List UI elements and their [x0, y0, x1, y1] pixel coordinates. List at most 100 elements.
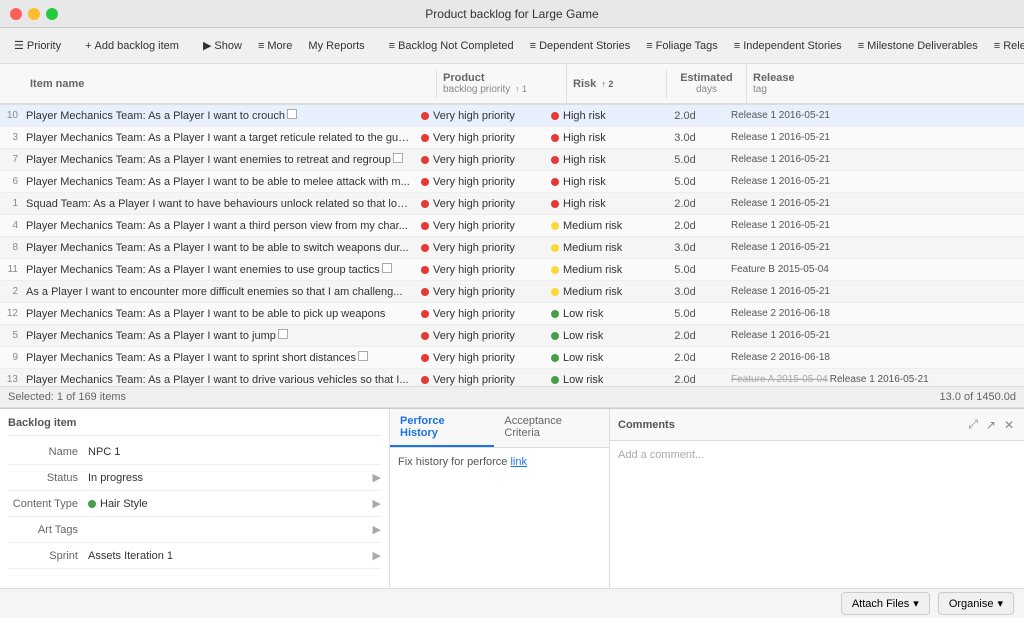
toolbar-my-reports[interactable]: My Reports: [302, 37, 370, 55]
add-icon: +: [85, 40, 91, 52]
table-row[interactable]: 5 Player Mechanics Team: As a Player I w…: [0, 325, 1024, 347]
row-number: 5: [0, 330, 22, 341]
row-checkbox[interactable]: [278, 329, 288, 339]
row-risk: Medium risk: [545, 238, 645, 258]
priority-dot: [421, 244, 429, 252]
comments-panel: Comments ⤢ ↗ ✕ Add a comment...: [610, 409, 1024, 588]
row-days: 3.0d: [645, 128, 725, 148]
row-risk: Low risk: [545, 326, 645, 346]
detail-row-sprint[interactable]: Sprint Assets Iteration 1 ▶: [8, 543, 381, 569]
table-row[interactable]: 1 Squad Team: As a Player I want to have…: [0, 193, 1024, 215]
row-priority: Very high priority: [415, 304, 545, 324]
row-release: Release 1 2016-05-21: [725, 150, 1024, 169]
toolbar-show[interactable]: ▶ Show: [197, 36, 248, 55]
table-row[interactable]: 12 Player Mechanics Team: As a Player I …: [0, 303, 1024, 325]
sprint-arrow-icon: ▶: [373, 549, 381, 562]
comments-header: Comments ⤢ ↗ ✕: [610, 409, 1024, 441]
titlebar: Product backlog for Large Game: [0, 0, 1024, 28]
row-days: 2.0d: [645, 216, 725, 236]
col-header-item-name[interactable]: Item name: [22, 70, 437, 98]
toolbar-backlog-not-completed[interactable]: ≡ Backlog Not Completed: [383, 37, 520, 55]
row-item-name: Player Mechanics Team: As a Player I wan…: [22, 216, 415, 236]
risk-dot: [551, 266, 559, 274]
risk-dot: [551, 156, 559, 164]
row-risk: High risk: [545, 172, 645, 192]
close-panel-icon[interactable]: ✕: [1002, 415, 1016, 434]
release1-icon: ≡: [994, 40, 1000, 52]
toolbar-foliage-tags[interactable]: ≡ Foliage Tags: [640, 37, 724, 55]
row-checkbox[interactable]: [382, 263, 392, 273]
external-link-icon[interactable]: ↗: [984, 415, 998, 434]
tabs-header: Perforce History Acceptance Criteria: [390, 409, 609, 448]
table-row[interactable]: 6 Player Mechanics Team: As a Player I w…: [0, 171, 1024, 193]
risk-dot: [551, 332, 559, 340]
risk-dot: [551, 112, 559, 120]
table-row[interactable]: 8 Player Mechanics Team: As a Player I w…: [0, 237, 1024, 259]
row-priority: Very high priority: [415, 260, 545, 280]
row-release: Release 1 2016-05-21: [725, 238, 1024, 257]
row-item-name: Player Mechanics Team: As a Player I wan…: [22, 172, 415, 192]
table-row[interactable]: 11 Player Mechanics Team: As a Player I …: [0, 259, 1024, 281]
detail-panel-title: Backlog item: [8, 417, 381, 436]
table-row[interactable]: 13 Player Mechanics Team: As a Player I …: [0, 369, 1024, 386]
table-row[interactable]: 4 Player Mechanics Team: As a Player I w…: [0, 215, 1024, 237]
col-header-days[interactable]: Estimated days: [667, 64, 747, 103]
expand-icon[interactable]: ⤢: [966, 415, 980, 434]
toolbar-more[interactable]: ≡ More: [252, 37, 298, 55]
row-risk: Medium risk: [545, 216, 645, 236]
detail-row-status[interactable]: Status In progress ▶: [8, 465, 381, 491]
row-days: 3.0d: [645, 238, 725, 258]
row-release: Release 1 2016-05-21: [725, 194, 1024, 213]
table-header: Item name Product backlog priority ↑ 1 R…: [0, 64, 1024, 105]
organise-button[interactable]: Organise ▾: [938, 592, 1014, 615]
toolbar-milestone-deliverables[interactable]: ≡ Milestone Deliverables: [852, 37, 984, 55]
row-item-name: Player Mechanics Team: As a Player I wan…: [22, 259, 415, 280]
row-priority: Very high priority: [415, 348, 545, 368]
row-risk: Medium risk: [545, 260, 645, 280]
table-row[interactable]: 10 Player Mechanics Team: As a Player I …: [0, 105, 1024, 127]
perforce-link[interactable]: link: [510, 456, 527, 468]
risk-dot: [551, 288, 559, 296]
detail-row-art-tags[interactable]: Art Tags ▶: [8, 517, 381, 543]
row-checkbox[interactable]: [358, 351, 368, 361]
attach-files-button[interactable]: Attach Files ▾: [841, 592, 930, 615]
toolbar-dependent-stories[interactable]: ≡ Dependent Stories: [524, 37, 637, 55]
row-checkbox[interactable]: [393, 153, 403, 163]
more-icon: ≡: [258, 40, 264, 52]
priority-sort-icon: ↑ 1: [515, 84, 527, 94]
table-row[interactable]: 2 As a Player I want to encounter more d…: [0, 281, 1024, 303]
detail-row-name: Name NPC 1: [8, 440, 381, 465]
row-item-name: Player Mechanics Team: As a Player I wan…: [22, 325, 415, 346]
row-release: Release 1 2016-05-21: [725, 128, 1024, 147]
table-row[interactable]: 9 Player Mechanics Team: As a Player I w…: [0, 347, 1024, 369]
priority-dot: [421, 156, 429, 164]
priority-dot: [421, 332, 429, 340]
window-controls: [10, 8, 58, 20]
toolbar-independent-stories[interactable]: ≡ Independent Stories: [728, 37, 848, 55]
tab-acceptance-criteria[interactable]: Acceptance Criteria: [494, 409, 609, 447]
row-checkbox[interactable]: [287, 109, 297, 119]
tab-perforce-history[interactable]: Perforce History: [390, 409, 494, 447]
status-arrow-icon: ▶: [373, 471, 381, 484]
toolbar-priority[interactable]: ☰ Priority: [8, 36, 67, 55]
table-body: 10 Player Mechanics Team: As a Player I …: [0, 105, 1024, 386]
col-header-risk[interactable]: Risk ↑ 2: [567, 70, 667, 98]
toolbar-release1-status[interactable]: ≡ Release 1 Status: [988, 37, 1024, 55]
maximize-button[interactable]: [46, 8, 58, 20]
col-header-release[interactable]: Release tag: [747, 64, 1024, 103]
table-row[interactable]: 3 Player Mechanics Team: As a Player I w…: [0, 127, 1024, 149]
row-priority: Very high priority: [415, 282, 545, 302]
minimize-button[interactable]: [28, 8, 40, 20]
table-row[interactable]: 7 Player Mechanics Team: As a Player I w…: [0, 149, 1024, 171]
risk-dot: [551, 310, 559, 318]
toolbar-add[interactable]: + Add backlog item: [79, 37, 185, 55]
close-button[interactable]: [10, 8, 22, 20]
priority-dot: [421, 310, 429, 318]
row-days: 3.0d: [645, 282, 725, 302]
detail-row-content-type[interactable]: Content Type Hair Style ▶: [8, 491, 381, 517]
detail-panel: Backlog item Name NPC 1 Status In progre…: [0, 409, 390, 588]
row-risk: Low risk: [545, 348, 645, 368]
col-header-priority[interactable]: Product backlog priority ↑ 1: [437, 64, 567, 103]
row-number: 11: [0, 264, 22, 275]
row-priority: Very high priority: [415, 194, 545, 214]
